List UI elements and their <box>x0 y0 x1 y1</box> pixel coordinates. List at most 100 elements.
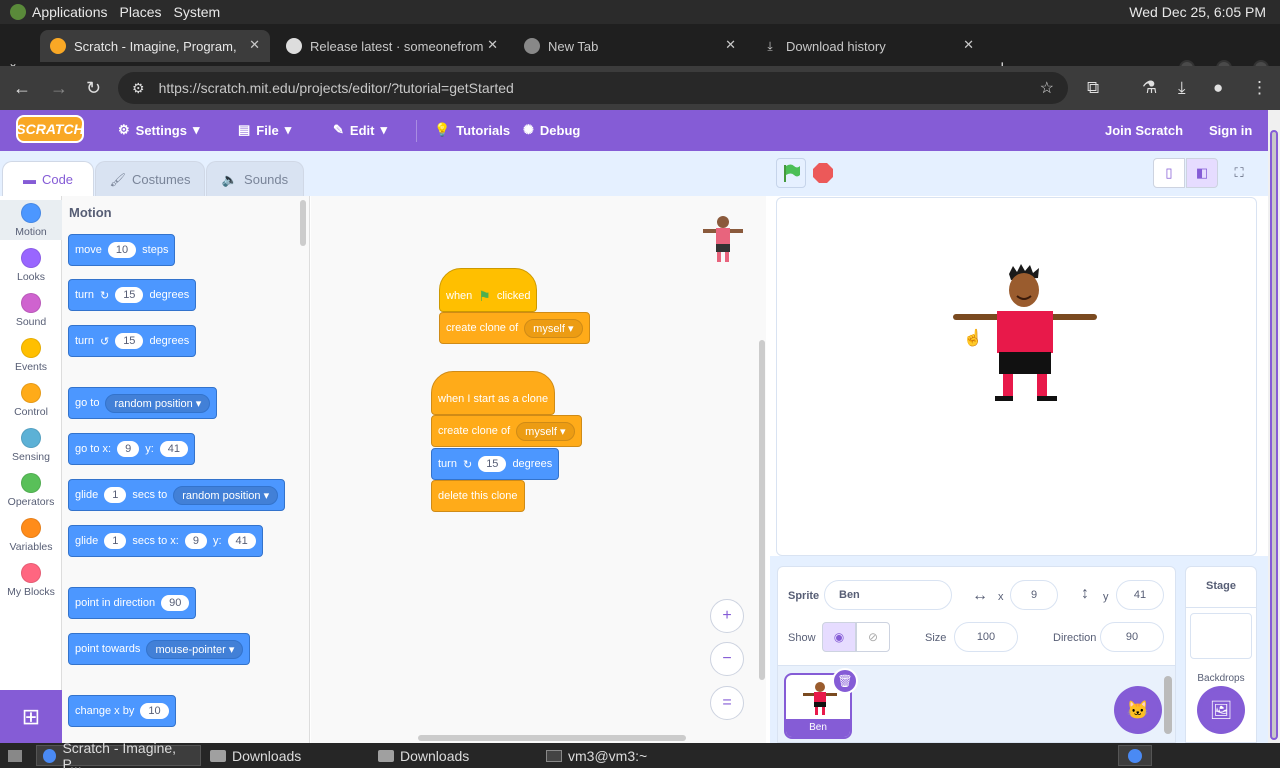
downloads-icon[interactable]: ⤓ <box>1178 78 1186 98</box>
block-change-x[interactable]: change x by 10 <box>68 695 176 727</box>
delete-sprite-button[interactable]: 🗑 <box>832 668 858 694</box>
size-input[interactable]: 100 <box>954 622 1018 652</box>
show-hidden-button[interactable]: ⊘ <box>856 622 890 652</box>
bookmark-star-icon[interactable]: ☆ <box>1040 78 1054 98</box>
x-input[interactable]: 9 <box>184 533 207 549</box>
add-extension-button[interactable]: ⊞ <box>0 690 62 743</box>
stop-button[interactable] <box>813 163 833 183</box>
degrees-input[interactable]: 15 <box>115 333 144 349</box>
tab-github[interactable]: Release latest · someonefrom ✕ <box>276 30 508 62</box>
category-control[interactable]: Control <box>0 383 62 418</box>
show-visible-button[interactable]: ◉ <box>822 622 856 652</box>
secs-input[interactable]: 1 <box>104 533 127 549</box>
clone-dropdown[interactable]: myself ▾ <box>516 421 575 441</box>
scratch-logo[interactable]: SCRATCH <box>16 115 84 143</box>
close-icon[interactable]: ✕ <box>963 37 974 53</box>
back-arrow-icon[interactable]: ← <box>13 78 31 99</box>
show-desktop-button[interactable] <box>2 745 28 766</box>
y-input[interactable]: 41 <box>159 441 189 457</box>
choose-sprite-button[interactable]: 🐱 <box>1114 686 1162 734</box>
forward-arrow-icon[interactable]: → <box>50 78 68 99</box>
sprite-list-scrollbar[interactable] <box>1164 676 1172 734</box>
settings-menu[interactable]: ⚙ Settings ▾ <box>118 119 199 141</box>
glide-dropdown[interactable]: random position ▾ <box>173 485 279 505</box>
degrees-input[interactable]: 15 <box>478 456 507 472</box>
close-icon[interactable]: ✕ <box>487 37 498 53</box>
tab-costumes[interactable]: 🖌 Costumes <box>95 161 205 197</box>
block-turn-left[interactable]: turn ↺ 15 degrees <box>68 325 197 357</box>
green-flag-button[interactable] <box>776 158 806 188</box>
towards-dropdown[interactable]: mouse-pointer ▾ <box>146 639 244 659</box>
fullscreen-button[interactable]: ⛶ <box>1223 158 1255 188</box>
stage-canvas[interactable]: ☝ <box>776 197 1257 556</box>
clock[interactable]: Wed Dec 25, 6:05 PM <box>1129 4 1266 20</box>
zoom-out-button[interactable]: − <box>710 642 744 676</box>
stage-thumbnail[interactable] <box>1190 613 1252 659</box>
block-point-in-direction[interactable]: point in direction 90 <box>68 587 197 619</box>
degrees-input[interactable]: 15 <box>115 287 144 303</box>
direction-input[interactable]: 90 <box>1100 622 1164 652</box>
category-operators[interactable]: Operators <box>0 473 62 508</box>
sign-in-button[interactable]: Sign in <box>1209 119 1252 141</box>
block-move-steps[interactable]: move 10 steps <box>68 234 176 266</box>
site-info-icon[interactable]: ⚙ <box>132 80 145 97</box>
debug-button[interactable]: ✺ Debug <box>523 119 580 141</box>
tab-scratch[interactable]: Scratch - Imagine, Program, ✕ <box>40 30 270 62</box>
category-motion[interactable]: Motion <box>0 200 62 240</box>
page-scrollbar[interactable] <box>1268 110 1280 743</box>
menu-system[interactable]: System <box>174 4 221 20</box>
change-x-input[interactable]: 10 <box>140 703 169 719</box>
tab-code[interactable]: ▬ Code <box>2 161 94 197</box>
script-create-clone-2[interactable]: create clone of myself ▾ <box>431 415 582 447</box>
url-field[interactable]: ⚙ https://scratch.mit.edu/projects/edito… <box>118 72 1068 104</box>
block-go-to-xy[interactable]: go to x: 9 y: 41 <box>68 433 196 465</box>
join-scratch-button[interactable]: Join Scratch <box>1105 119 1183 141</box>
steps-input[interactable]: 10 <box>107 242 137 258</box>
close-icon[interactable]: ✕ <box>725 37 736 53</box>
x-input[interactable]: 9 <box>1010 580 1058 610</box>
choose-backdrop-button[interactable]: 🖼 <box>1197 686 1245 734</box>
block-turn-right[interactable]: turn ↻ 15 degrees <box>68 279 197 311</box>
menu-places[interactable]: Places <box>120 4 162 20</box>
normal-stage-button[interactable]: ◧ <box>1186 158 1218 188</box>
block-go-to[interactable]: go to random position ▾ <box>68 387 218 419</box>
edit-menu[interactable]: ✎ Edit ▾ <box>333 119 387 141</box>
script-horizontal-scrollbar[interactable] <box>418 735 686 741</box>
script-when-start-as-clone[interactable]: when I start as a clone <box>431 371 556 415</box>
profile-icon[interactable]: ● <box>1213 78 1223 98</box>
script-area[interactable]: when ⚑ clicked create clone of myself ▾ … <box>311 196 766 743</box>
small-stage-button[interactable]: ▯ <box>1153 158 1185 188</box>
extensions-icon[interactable]: ⧉ <box>1087 78 1099 98</box>
zoom-reset-button[interactable]: = <box>710 686 744 720</box>
script-create-clone[interactable]: create clone of myself ▾ <box>439 312 590 344</box>
direction-input[interactable]: 90 <box>161 595 190 611</box>
goto-dropdown[interactable]: random position ▾ <box>105 393 211 413</box>
taskbar-item-terminal[interactable]: vm3@vm3:~ <box>540 745 705 766</box>
script-turn[interactable]: turn ↻ 15 degrees <box>431 448 560 480</box>
script-vertical-scrollbar[interactable] <box>759 340 765 680</box>
block-glide[interactable]: glide 1 secs to random position ▾ <box>68 479 286 511</box>
clone-dropdown[interactable]: myself ▾ <box>524 318 583 338</box>
category-my-blocks[interactable]: My Blocks <box>0 563 62 598</box>
script-delete-clone[interactable]: delete this clone <box>431 480 525 512</box>
tab-sounds[interactable]: 🔈 Sounds <box>206 161 304 197</box>
zoom-in-button[interactable]: + <box>710 599 744 633</box>
workspace-switcher[interactable] <box>1118 745 1152 766</box>
close-icon[interactable]: ✕ <box>249 37 260 53</box>
block-point-towards[interactable]: point towards mouse-pointer ▾ <box>68 633 251 665</box>
category-looks[interactable]: Looks <box>0 248 62 283</box>
category-sensing[interactable]: Sensing <box>0 428 62 463</box>
tutorials-button[interactable]: 💡 Tutorials <box>434 119 510 141</box>
taskbar-item-downloads-1[interactable]: Downloads <box>204 745 369 766</box>
y-input[interactable]: 41 <box>1116 580 1164 610</box>
x-input[interactable]: 9 <box>117 441 140 457</box>
sprite-name-input[interactable]: Ben <box>824 580 952 610</box>
kebab-menu-icon[interactable]: ⋮ <box>1251 78 1268 98</box>
tab-download-history[interactable]: ⤓ Download history ✕ <box>752 30 984 62</box>
tab-new-tab[interactable]: New Tab ✕ <box>514 30 746 62</box>
category-variables[interactable]: Variables <box>0 518 62 553</box>
palette-scrollbar[interactable] <box>300 200 306 246</box>
menu-applications[interactable]: Applications <box>32 4 108 20</box>
file-menu[interactable]: ▤ File ▾ <box>238 119 291 141</box>
reload-icon[interactable]: ↻ <box>86 78 101 99</box>
